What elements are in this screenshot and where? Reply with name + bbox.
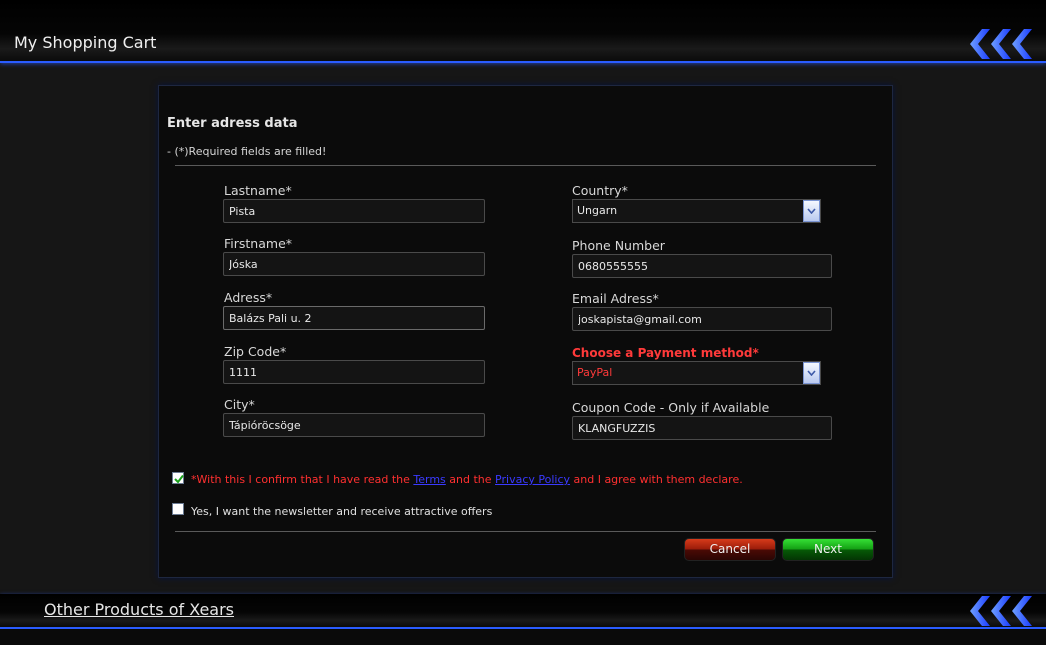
city-input[interactable] (223, 413, 485, 437)
lastname-label: Lastname* (224, 183, 292, 198)
next-button[interactable]: Next (782, 538, 874, 561)
city-label: City* (224, 397, 255, 412)
divider (175, 165, 876, 166)
form-title: Enter adress data (167, 116, 298, 131)
other-products-link[interactable]: Other Products of Xears (44, 600, 234, 619)
header-bar: My Shopping Cart (0, 0, 1046, 63)
page-bottom-strip (0, 629, 1046, 645)
cancel-button[interactable]: Cancel (684, 538, 776, 561)
email-input[interactable] (572, 307, 832, 331)
coupon-input[interactable] (572, 416, 832, 440)
phone-label: Phone Number (572, 238, 665, 253)
required-note: - (*)Required fields are filled! (167, 145, 327, 158)
payment-select-value: PayPal (577, 366, 613, 379)
consent-prefix: *With this I confirm that I have read th… (191, 473, 414, 486)
newsletter-checkbox[interactable] (172, 503, 184, 515)
phone-input[interactable] (572, 254, 832, 278)
checkmark-icon (174, 474, 184, 484)
address-form-panel: Enter adress data - (*)Required fields a… (158, 85, 893, 578)
payment-label: Choose a Payment method* (572, 346, 759, 360)
privacy-policy-link[interactable]: Privacy Policy (495, 473, 570, 486)
zip-input[interactable] (223, 360, 485, 384)
terms-consent-text: *With this I confirm that I have read th… (191, 473, 743, 486)
lastname-input[interactable] (223, 199, 485, 223)
payment-select[interactable]: PayPal (572, 361, 821, 385)
consent-suffix: and I agree with them declare. (570, 473, 743, 486)
consent-middle: and the (445, 473, 496, 486)
chevron-down-icon[interactable] (803, 362, 820, 384)
email-label: Email Adress* (572, 291, 659, 306)
triple-chevron-left-icon (970, 29, 1032, 59)
terms-checkbox[interactable] (172, 472, 184, 484)
terms-link[interactable]: Terms (413, 473, 445, 486)
country-label: Country* (572, 183, 628, 198)
newsletter-label: Yes, I want the newsletter and receive a… (191, 505, 493, 518)
divider (175, 531, 876, 532)
address-label: Adress* (224, 290, 273, 305)
chevron-down-icon[interactable] (803, 200, 820, 222)
app-title: My Shopping Cart (14, 33, 157, 52)
coupon-label: Coupon Code - Only if Available (572, 400, 770, 415)
zip-label: Zip Code* (224, 344, 287, 359)
address-input[interactable] (223, 306, 485, 330)
country-select-value: Ungarn (577, 204, 618, 217)
country-select[interactable]: Ungarn (572, 199, 821, 223)
triple-chevron-left-icon (970, 596, 1032, 626)
firstname-input[interactable] (223, 252, 485, 276)
firstname-label: Firstname* (224, 236, 293, 251)
